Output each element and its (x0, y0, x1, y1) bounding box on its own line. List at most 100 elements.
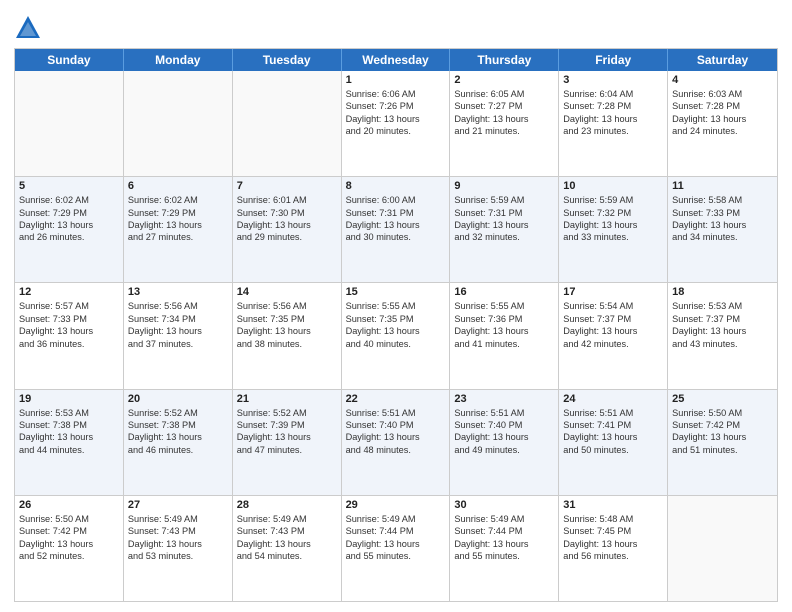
cell-line: Daylight: 13 hours (19, 538, 119, 550)
day-number: 26 (19, 499, 119, 511)
day-number: 25 (672, 393, 773, 405)
header (14, 10, 778, 42)
cell-line: Daylight: 13 hours (237, 219, 337, 231)
cell-line: Daylight: 13 hours (19, 219, 119, 231)
cell-line: Sunrise: 5:58 AM (672, 194, 773, 206)
cell-line: Sunset: 7:37 PM (672, 313, 773, 325)
cell-line: Daylight: 13 hours (672, 113, 773, 125)
day-cell-7: 7Sunrise: 6:01 AMSunset: 7:30 PMDaylight… (233, 177, 342, 282)
day-number: 13 (128, 286, 228, 298)
day-number: 28 (237, 499, 337, 511)
cell-line: and 26 minutes. (19, 231, 119, 243)
cell-line: Daylight: 13 hours (346, 219, 446, 231)
cell-line: Daylight: 13 hours (563, 431, 663, 443)
day-number: 9 (454, 180, 554, 192)
cell-line: Sunset: 7:40 PM (454, 419, 554, 431)
empty-cell-r0c1 (124, 71, 233, 176)
cell-line: Sunrise: 5:56 AM (128, 300, 228, 312)
calendar-row-2: 12Sunrise: 5:57 AMSunset: 7:33 PMDayligh… (15, 283, 777, 389)
cell-line: Sunrise: 5:59 AM (563, 194, 663, 206)
calendar: SundayMondayTuesdayWednesdayThursdayFrid… (14, 48, 778, 602)
cell-line: Sunset: 7:38 PM (128, 419, 228, 431)
cell-line: and 56 minutes. (563, 550, 663, 562)
day-cell-10: 10Sunrise: 5:59 AMSunset: 7:32 PMDayligh… (559, 177, 668, 282)
cell-line: Sunrise: 5:50 AM (19, 513, 119, 525)
day-cell-5: 5Sunrise: 6:02 AMSunset: 7:29 PMDaylight… (15, 177, 124, 282)
cell-line: and 53 minutes. (128, 550, 228, 562)
day-cell-11: 11Sunrise: 5:58 AMSunset: 7:33 PMDayligh… (668, 177, 777, 282)
cell-line: Sunset: 7:42 PM (19, 525, 119, 537)
cell-line: Sunset: 7:44 PM (454, 525, 554, 537)
cell-line: Sunrise: 6:02 AM (128, 194, 228, 206)
day-cell-26: 26 Sunrise: 5:50 AMSunset: 7:42 PMDayligh… (15, 496, 124, 601)
cell-line: Daylight: 13 hours (346, 113, 446, 125)
day-cell-24: 24Sunrise: 5:51 AMSunset: 7:41 PMDayligh… (559, 390, 668, 495)
cell-line: Sunset: 7:45 PM (563, 525, 663, 537)
cell-line: Daylight: 13 hours (454, 538, 554, 550)
cell-line: Sunset: 7:38 PM (19, 419, 119, 431)
day-cell-21: 21Sunrise: 5:52 AMSunset: 7:39 PMDayligh… (233, 390, 342, 495)
cell-line: Sunrise: 5:55 AM (346, 300, 446, 312)
day-number: 5 (19, 180, 119, 192)
day-number: 20 (128, 393, 228, 405)
day-cell-13: 13Sunrise: 5:56 AMSunset: 7:34 PMDayligh… (124, 283, 233, 388)
cell-line: Daylight: 13 hours (672, 431, 773, 443)
cell-line: Sunrise: 5:51 AM (563, 407, 663, 419)
cell-line: and 37 minutes. (128, 338, 228, 350)
day-number: 30 (454, 499, 554, 511)
cell-line: and 30 minutes. (346, 231, 446, 243)
cell-line: Sunrise: 5:51 AM (454, 407, 554, 419)
calendar-header: SundayMondayTuesdayWednesdayThursdayFrid… (15, 49, 777, 71)
cell-line: Sunrise: 5:49 AM (346, 513, 446, 525)
day-cell-1: 1Sunrise: 6:06 AMSunset: 7:26 PMDaylight… (342, 71, 451, 176)
calendar-body: 1Sunrise: 6:06 AMSunset: 7:26 PMDaylight… (15, 71, 777, 601)
cell-line: Daylight: 13 hours (237, 538, 337, 550)
cell-line: Daylight: 13 hours (19, 325, 119, 337)
day-number: 16 (454, 286, 554, 298)
cell-line: and 52 minutes. (19, 550, 119, 562)
cell-line: Daylight: 13 hours (454, 431, 554, 443)
logo (14, 14, 46, 42)
cell-line: Sunset: 7:27 PM (454, 100, 554, 112)
day-number: 22 (346, 393, 446, 405)
day-number: 7 (237, 180, 337, 192)
cell-line: Daylight: 13 hours (128, 219, 228, 231)
cell-line: Sunset: 7:43 PM (237, 525, 337, 537)
cell-line: and 55 minutes. (346, 550, 446, 562)
cell-line: Daylight: 13 hours (19, 431, 119, 443)
cell-line: and 44 minutes. (19, 444, 119, 456)
day-number: 31 (563, 499, 663, 511)
cell-line: Sunrise: 5:54 AM (563, 300, 663, 312)
cell-line: Daylight: 13 hours (672, 219, 773, 231)
day-cell-15: 15Sunrise: 5:55 AMSunset: 7:35 PMDayligh… (342, 283, 451, 388)
cell-line: Daylight: 13 hours (563, 113, 663, 125)
cell-line: Sunrise: 5:49 AM (454, 513, 554, 525)
cell-line: and 20 minutes. (346, 125, 446, 137)
cell-line: Sunset: 7:31 PM (454, 207, 554, 219)
cell-line: Sunrise: 5:48 AM (563, 513, 663, 525)
day-number: 4 (672, 74, 773, 86)
cell-line: Sunrise: 5:59 AM (454, 194, 554, 206)
day-number: 15 (346, 286, 446, 298)
cell-line: and 40 minutes. (346, 338, 446, 350)
cell-line: Sunrise: 5:49 AM (128, 513, 228, 525)
day-number: 23 (454, 393, 554, 405)
day-number: 6 (128, 180, 228, 192)
cell-line: Sunset: 7:28 PM (563, 100, 663, 112)
cell-line: Daylight: 13 hours (346, 325, 446, 337)
day-number: 21 (237, 393, 337, 405)
empty-cell-r0c2 (233, 71, 342, 176)
cell-line: and 49 minutes. (454, 444, 554, 456)
day-number: 19 (19, 393, 119, 405)
cell-line: Sunrise: 6:04 AM (563, 88, 663, 100)
cell-line: Sunset: 7:36 PM (454, 313, 554, 325)
day-cell-3: 3Sunrise: 6:04 AMSunset: 7:28 PMDaylight… (559, 71, 668, 176)
cell-line: Sunrise: 6:05 AM (454, 88, 554, 100)
cell-line: and 24 minutes. (672, 125, 773, 137)
header-cell-sunday: Sunday (15, 49, 124, 71)
cell-line: Sunset: 7:42 PM (672, 419, 773, 431)
cell-line: Daylight: 13 hours (237, 431, 337, 443)
cell-line: Sunset: 7:33 PM (19, 313, 119, 325)
day-cell-27: 27Sunrise: 5:49 AMSunset: 7:43 PMDayligh… (124, 496, 233, 601)
cell-line: Sunset: 7:28 PM (672, 100, 773, 112)
